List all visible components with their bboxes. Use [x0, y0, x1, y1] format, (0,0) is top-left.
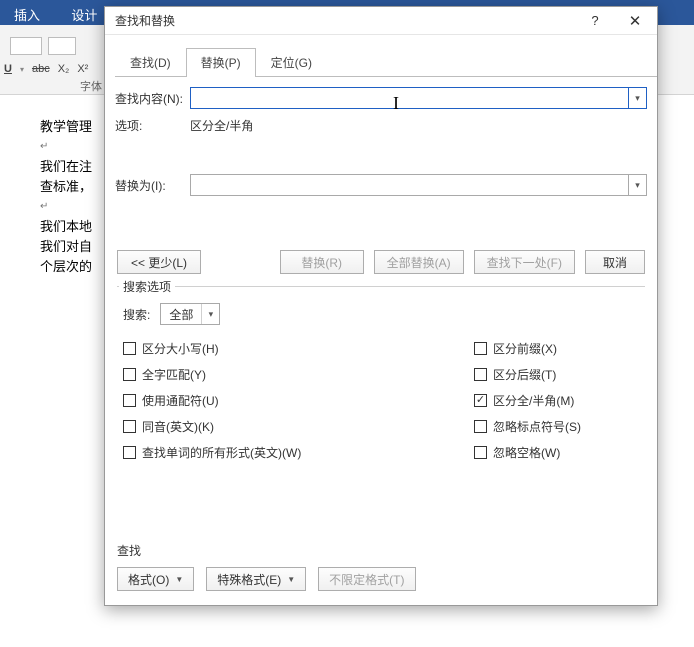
doc-line: 我们在注 — [40, 157, 104, 177]
search-direction-label: 搜索: — [123, 306, 150, 323]
checkbox-word-forms[interactable]: 查找单词的所有形式(英文)(W) — [123, 439, 474, 465]
subscript-button[interactable]: X₂ — [58, 63, 70, 75]
tab-find[interactable]: 查找(D) — [115, 48, 186, 77]
no-format-button[interactable]: 不限定格式(T) — [318, 567, 415, 591]
doc-line: 教学管理 — [40, 117, 104, 137]
checkbox-label: 忽略标点符号(S) — [493, 418, 581, 435]
help-button[interactable]: ? — [575, 8, 615, 34]
replace-with-label: 替换为(I): — [115, 177, 190, 194]
search-direction-value: 全部 — [161, 306, 201, 323]
checkbox-box — [474, 420, 487, 433]
checkbox-label: 区分全/半角(M) — [493, 392, 574, 409]
checkbox-box — [123, 420, 136, 433]
find-what-label: 查找内容(N): — [115, 90, 190, 107]
checkbox-label: 区分前缀(X) — [493, 340, 557, 357]
checkbox-box — [123, 394, 136, 407]
doc-line: 我们对自 — [40, 237, 104, 257]
checkbox-wildcards[interactable]: 使用通配符(U) — [123, 387, 474, 413]
checkbox-match-case[interactable]: 区分大小写(H) — [123, 335, 474, 361]
checkbox-suffix[interactable]: 区分后缀(T) — [474, 361, 639, 387]
find-what-dropdown-icon[interactable]: ▾ — [629, 87, 647, 109]
size-combo[interactable] — [48, 37, 76, 55]
checkbox-label: 使用通配符(U) — [142, 392, 219, 409]
checkbox-label: 区分后缀(T) — [493, 366, 556, 383]
tab-goto[interactable]: 定位(G) — [256, 48, 327, 77]
search-direction-select[interactable]: 全部 ▾ — [160, 303, 220, 325]
chevron-down-icon: ▾ — [201, 304, 219, 324]
close-button[interactable]: ✕ — [615, 8, 655, 34]
doc-line: ↵ — [40, 137, 104, 157]
checkbox-label: 全字匹配(Y) — [142, 366, 206, 383]
find-format-section: 查找 格式(O) ▼ 特殊格式(E) ▼ 不限定格式(T) — [117, 542, 645, 591]
doc-line: ↵ — [40, 197, 104, 217]
checkbox-box — [474, 368, 487, 381]
checkbox-label: 查找单词的所有形式(英文)(W) — [142, 444, 301, 461]
checkbox-box — [123, 368, 136, 381]
checkbox-sounds-like[interactable]: 同音(英文)(K) — [123, 413, 474, 439]
strike-button[interactable]: abc — [32, 63, 50, 75]
options-text: 区分全/半角 — [190, 117, 253, 134]
tab-replace[interactable]: 替换(P) — [186, 48, 256, 77]
font-combo[interactable] — [10, 37, 42, 55]
search-options-legend: 搜索选项 — [119, 278, 175, 295]
find-next-button[interactable]: 查找下一处(F) — [474, 250, 575, 274]
doc-line: 个层次的 — [40, 257, 104, 277]
less-button[interactable]: << 更少(L) — [117, 250, 201, 274]
checkbox-ignore-space[interactable]: 忽略空格(W) — [474, 439, 639, 465]
checkbox-prefix[interactable]: 区分前缀(X) — [474, 335, 639, 361]
chevron-down-icon: ▼ — [175, 575, 183, 584]
replace-with-input[interactable] — [190, 174, 629, 196]
cancel-button[interactable]: 取消 — [585, 250, 645, 274]
format-button[interactable]: 格式(O) ▼ — [117, 567, 194, 591]
search-options-fieldset: 搜索选项 搜索: 全部 ▾ 区分大小写(H) 全字匹配(Y) — [117, 286, 645, 495]
replace-with-combo[interactable]: ▾ — [190, 174, 647, 196]
checkbox-full-half-width[interactable]: 区分全/半角(M) — [474, 387, 639, 413]
checkbox-label: 同音(英文)(K) — [142, 418, 214, 435]
checkbox-label: 忽略空格(W) — [493, 444, 560, 461]
dialog-titlebar[interactable]: 查找和替换 ? ✕ — [105, 7, 657, 35]
find-what-input[interactable] — [190, 87, 629, 109]
doc-line: 我们本地 — [40, 217, 104, 237]
underline-button[interactable]: U — [4, 63, 12, 75]
checkbox-box — [474, 446, 487, 459]
format-button-label: 格式(O) — [128, 571, 169, 588]
ribbon-tab-insert[interactable]: 插入 — [0, 0, 54, 28]
toolbar-group-label: 字体 — [80, 78, 102, 94]
find-what-combo[interactable]: ▾ — [190, 87, 647, 109]
replace-all-button[interactable]: 全部替换(A) — [374, 250, 464, 274]
replace-button[interactable]: 替换(R) — [280, 250, 364, 274]
find-replace-dialog: 查找和替换 ? ✕ 查找(D) 替换(P) 定位(G) 查找内容(N): ▾ 选… — [104, 6, 658, 606]
dialog-tabs: 查找(D) 替换(P) 定位(G) — [115, 47, 657, 77]
chevron-down-icon: ▼ — [287, 575, 295, 584]
checkbox-box — [474, 342, 487, 355]
checkbox-ignore-punct[interactable]: 忽略标点符号(S) — [474, 413, 639, 439]
superscript-button[interactable]: X² — [77, 63, 88, 75]
doc-line: 查标准， — [40, 177, 104, 197]
checkbox-box — [123, 342, 136, 355]
special-format-button[interactable]: 特殊格式(E) ▼ — [206, 567, 306, 591]
replace-with-dropdown-icon[interactable]: ▾ — [629, 174, 647, 196]
checkbox-whole-word[interactable]: 全字匹配(Y) — [123, 361, 474, 387]
checkbox-box — [474, 394, 487, 407]
checkbox-box — [123, 446, 136, 459]
checkbox-label: 区分大小写(H) — [142, 340, 219, 357]
no-format-button-label: 不限定格式(T) — [329, 571, 404, 588]
special-format-button-label: 特殊格式(E) — [217, 571, 281, 588]
dialog-title: 查找和替换 — [115, 12, 175, 29]
document-body: 教学管理 ↵ 我们在注 查标准， ↵ 我们本地 我们对自 个层次的 — [40, 117, 104, 277]
find-format-label: 查找 — [117, 542, 645, 559]
options-label: 选项: — [115, 117, 190, 134]
